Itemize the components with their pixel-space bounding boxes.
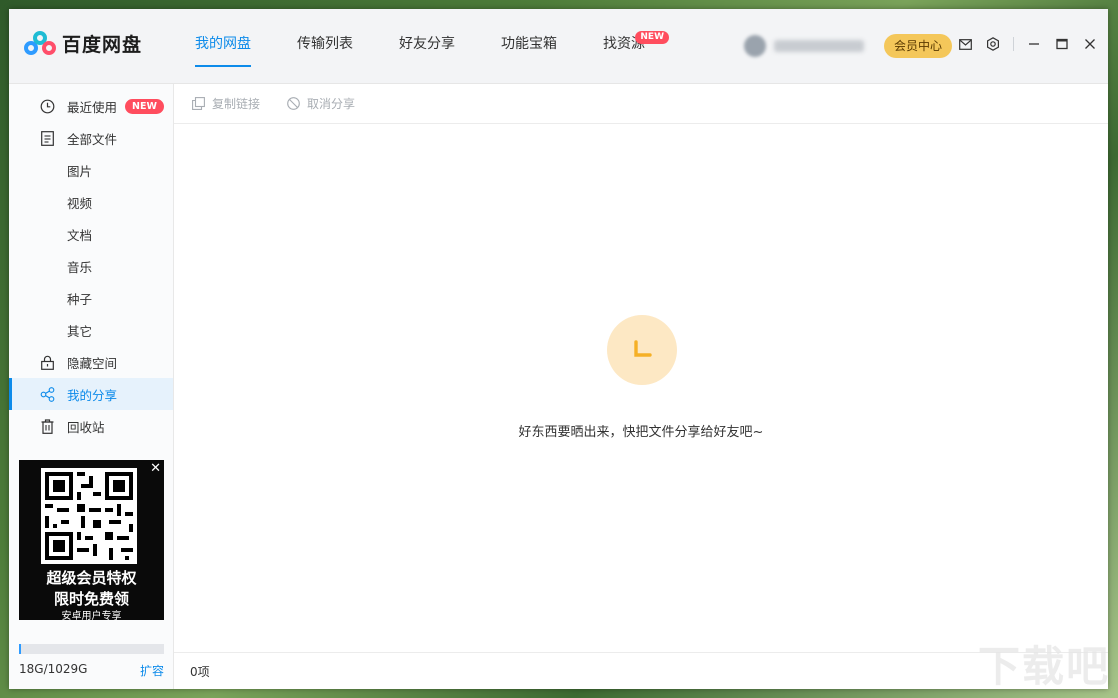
storage-text: 18G/1029G bbox=[19, 662, 88, 676]
vip-center-button[interactable]: 会员中心 bbox=[884, 34, 952, 58]
tab-label: 传输列表 bbox=[297, 36, 353, 52]
new-badge: NEW bbox=[635, 31, 669, 44]
watermark-logo: 下载吧 bbox=[977, 642, 1110, 691]
tab-label: 好友分享 bbox=[399, 36, 455, 52]
lock-icon bbox=[39, 354, 55, 370]
copy-link-label: 复制链接 bbox=[212, 97, 261, 111]
promo-line-3: 安卓用户专享 bbox=[61, 611, 122, 620]
sidebar-item-recycle-bin[interactable]: 回收站 bbox=[9, 410, 173, 442]
main-area: 最近使用 NEW 全部文件 图片 视频 文档 音乐 种子 其它 隐藏空间 我的分… bbox=[9, 84, 1108, 689]
promo-close-icon[interactable]: ✕ bbox=[150, 461, 161, 476]
promo-banner[interactable]: ✕ 超级会员特权 限时免费领 安卓用户专享 bbox=[19, 460, 164, 620]
promo-line-2: 限时免费领 bbox=[53, 590, 129, 608]
app-logo[interactable]: 百度网盘 bbox=[24, 30, 142, 57]
sidebar-item-label: 种子 bbox=[67, 291, 93, 307]
sidebar: 最近使用 NEW 全部文件 图片 视频 文档 音乐 种子 其它 隐藏空间 我的分… bbox=[9, 84, 174, 689]
cancel-share-label: 取消分享 bbox=[307, 97, 356, 111]
app-window: 百度网盘 我的网盘 传输列表 好友分享 功能宝箱 找资源 NEW 会员中心 最近… bbox=[9, 9, 1108, 689]
sidebar-item-hidden-space[interactable]: 隐藏空间 bbox=[9, 346, 173, 378]
tab-find-resources[interactable]: 找资源 NEW bbox=[587, 9, 669, 83]
user-account[interactable] bbox=[744, 35, 864, 57]
main-nav: 我的网盘 传输列表 好友分享 功能宝箱 找资源 NEW bbox=[179, 9, 675, 83]
sidebar-item-label: 其它 bbox=[67, 323, 93, 339]
new-badge: NEW bbox=[125, 98, 164, 114]
sidebar-item-label: 图片 bbox=[67, 163, 93, 179]
avatar bbox=[744, 35, 766, 57]
baidu-netdisk-logo-icon bbox=[24, 30, 56, 57]
storage-bar bbox=[19, 644, 164, 654]
sidebar-item-label: 全部文件 bbox=[67, 131, 118, 147]
maximize-icon[interactable] bbox=[1054, 36, 1070, 52]
tab-friend-share[interactable]: 好友分享 bbox=[383, 9, 471, 83]
item-count: 0项 bbox=[190, 664, 210, 679]
storage-usage: 18G/1029G 扩容 bbox=[19, 644, 164, 679]
clock-icon bbox=[607, 315, 677, 385]
content-pane: 复制链接 取消分享 好东西要晒出来，快把文件分享给好友吧~ 0项 bbox=[174, 84, 1108, 689]
copy-link-button[interactable]: 复制链接 bbox=[191, 95, 260, 112]
promo-line-1: 超级会员特权 bbox=[46, 569, 137, 587]
sidebar-item-label: 音乐 bbox=[67, 259, 93, 275]
tab-toolbox[interactable]: 功能宝箱 bbox=[485, 9, 573, 83]
sidebar-item-others[interactable]: 其它 bbox=[9, 314, 173, 346]
sidebar-item-all-files[interactable]: 全部文件 bbox=[9, 122, 173, 154]
divider bbox=[1013, 37, 1014, 51]
empty-message: 好东西要晒出来，快把文件分享给好友吧~ bbox=[518, 425, 764, 440]
clock-icon bbox=[39, 98, 55, 114]
tab-transfer-list[interactable]: 传输列表 bbox=[281, 9, 369, 83]
storage-bar-fill bbox=[19, 644, 22, 654]
trash-icon bbox=[39, 418, 55, 434]
sidebar-item-label: 回收站 bbox=[67, 419, 105, 435]
minimize-icon[interactable] bbox=[1026, 36, 1042, 52]
qr-code-image bbox=[41, 468, 137, 564]
sidebar-item-documents[interactable]: 文档 bbox=[9, 218, 173, 250]
close-icon[interactable] bbox=[1082, 36, 1098, 52]
toolbar: 复制链接 取消分享 bbox=[174, 84, 1108, 124]
window-controls bbox=[945, 36, 1098, 52]
sidebar-item-label: 最近使用 bbox=[67, 99, 118, 115]
app-name: 百度网盘 bbox=[62, 34, 143, 56]
settings-gear-icon[interactable] bbox=[985, 36, 1001, 52]
status-bar: 0项 bbox=[174, 652, 1108, 689]
mail-icon[interactable] bbox=[957, 36, 973, 52]
cancel-icon bbox=[286, 97, 300, 111]
top-bar: 百度网盘 我的网盘 传输列表 好友分享 功能宝箱 找资源 NEW 会员中心 bbox=[9, 9, 1108, 84]
sidebar-item-my-shares[interactable]: 我的分享 bbox=[9, 378, 173, 410]
sidebar-item-label: 隐藏空间 bbox=[67, 355, 118, 371]
sidebar-item-images[interactable]: 图片 bbox=[9, 154, 173, 186]
share-icon bbox=[39, 386, 55, 402]
copy-icon bbox=[191, 97, 205, 111]
cancel-share-button[interactable]: 取消分享 bbox=[286, 95, 355, 112]
sidebar-item-videos[interactable]: 视频 bbox=[9, 186, 173, 218]
tab-my-netdisk[interactable]: 我的网盘 bbox=[179, 9, 267, 83]
sidebar-item-recent[interactable]: 最近使用 NEW bbox=[9, 90, 173, 122]
sidebar-item-label: 我的分享 bbox=[67, 387, 118, 403]
sidebar-list: 最近使用 NEW 全部文件 图片 视频 文档 音乐 种子 其它 隐藏空间 我的分… bbox=[9, 84, 173, 442]
empty-state: 好东西要晒出来，快把文件分享给好友吧~ bbox=[174, 124, 1108, 652]
sidebar-item-music[interactable]: 音乐 bbox=[9, 250, 173, 282]
sidebar-item-label: 文档 bbox=[67, 227, 93, 243]
tab-label: 我的网盘 bbox=[195, 36, 251, 52]
sidebar-item-torrents[interactable]: 种子 bbox=[9, 282, 173, 314]
sidebar-item-label: 视频 bbox=[67, 195, 93, 211]
username-blurred bbox=[774, 40, 864, 52]
document-icon bbox=[39, 130, 55, 146]
tab-label: 功能宝箱 bbox=[501, 36, 557, 52]
expand-storage-link[interactable]: 扩容 bbox=[140, 662, 164, 679]
